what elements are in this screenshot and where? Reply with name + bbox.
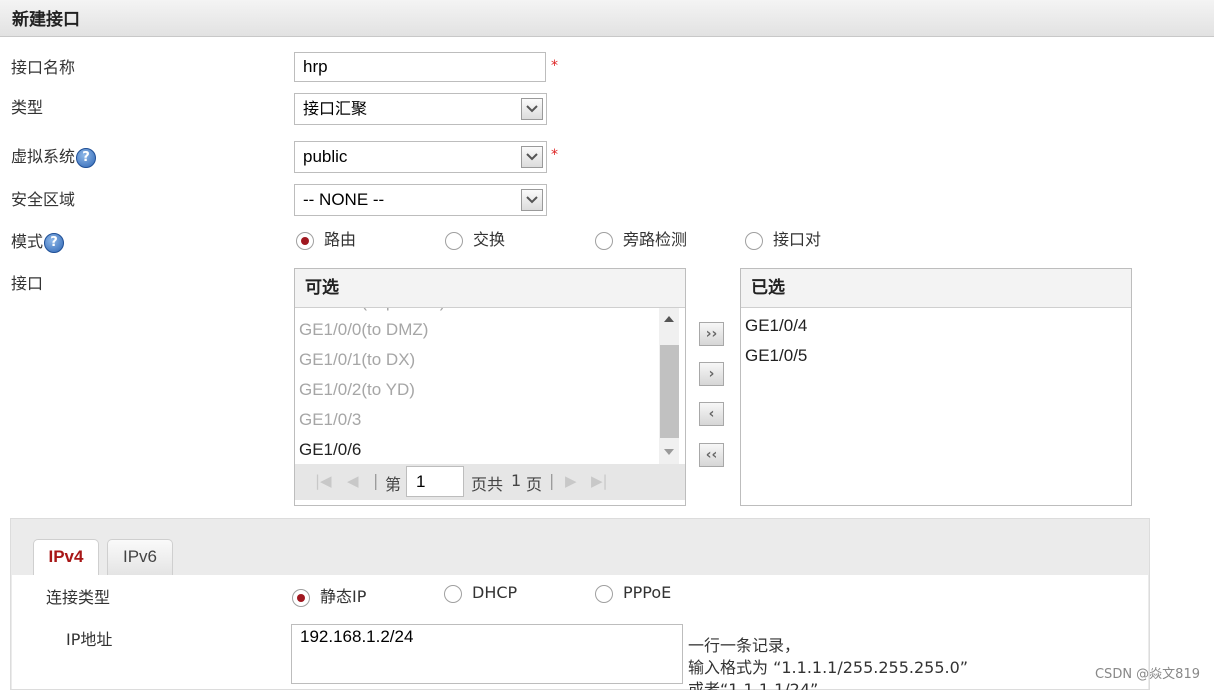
help-icon[interactable]: ? bbox=[76, 147, 97, 168]
mode-label: 模式? bbox=[11, 228, 65, 253]
add-button[interactable]: › bbox=[699, 362, 724, 386]
vsys-select-value: public bbox=[303, 147, 348, 166]
mode-label-text: 模式 bbox=[11, 232, 44, 251]
conn-option-static[interactable]: 静态IP bbox=[292, 583, 366, 607]
radio-button[interactable] bbox=[595, 584, 613, 603]
list-item[interactable]: GE1/0/3 bbox=[299, 410, 361, 430]
page-header: 新建接口 bbox=[0, 0, 1214, 37]
vsys-label-text: 虚拟系统 bbox=[11, 147, 76, 166]
radio-button[interactable] bbox=[292, 588, 310, 607]
ip-hint-line: 输入格式为 “1.1.1.1/255.255.255.0” bbox=[688, 658, 969, 677]
conn-option-pppoe[interactable]: PPPoE bbox=[595, 583, 671, 603]
mode-option-pair[interactable]: 接口对 bbox=[745, 226, 821, 250]
page-title: 新建接口 bbox=[12, 10, 80, 30]
scrollbar[interactable] bbox=[659, 308, 679, 464]
required-mark: * bbox=[551, 58, 558, 74]
scroll-up-icon[interactable] bbox=[664, 316, 674, 322]
scrollbar-thumb[interactable] bbox=[660, 345, 679, 438]
scroll-down-icon[interactable] bbox=[664, 449, 674, 455]
chevron-down-icon[interactable] bbox=[521, 146, 543, 168]
type-label: 类型 bbox=[11, 98, 44, 117]
first-page-icon[interactable]: |◀ bbox=[315, 472, 332, 490]
conn-type-label: 连接类型 bbox=[46, 588, 111, 607]
remove-button[interactable]: ‹ bbox=[699, 402, 724, 426]
ip-address-label: IP地址 bbox=[66, 630, 113, 649]
type-select-value: 接口汇聚 bbox=[303, 99, 368, 118]
list-item[interactable]: GE1/0/0(to DMZ) bbox=[299, 320, 428, 340]
mode-option-label: 旁路检测 bbox=[623, 230, 688, 249]
mode-option-route[interactable]: 路由 bbox=[296, 226, 356, 250]
ip-hint-line: 一行一条记录， bbox=[688, 636, 801, 655]
selected-list-header: 已选 bbox=[741, 269, 1131, 308]
vsys-select[interactable]: public bbox=[294, 141, 547, 173]
page-suffix-1: 页共 bbox=[471, 475, 504, 494]
list-item[interactable]: GE1/0/6 bbox=[299, 440, 361, 460]
page-total: 1 bbox=[511, 471, 522, 490]
interface-name-input[interactable]: hrp bbox=[294, 52, 546, 82]
next-page-icon[interactable]: ▶ bbox=[565, 472, 577, 490]
chevron-down-icon[interactable] bbox=[521, 189, 543, 211]
mode-option-switch[interactable]: 交换 bbox=[445, 226, 505, 250]
vsys-label: 虚拟系统? bbox=[11, 143, 97, 168]
mode-option-label: 交换 bbox=[473, 230, 506, 249]
interface-name-label: 接口名称 bbox=[11, 58, 76, 77]
ip-hint-line: 或者“1.1.1.1/24” bbox=[688, 680, 819, 690]
last-page-icon[interactable]: ▶| bbox=[591, 472, 608, 490]
type-select[interactable]: 接口汇聚 bbox=[294, 93, 547, 125]
ip-address-textarea[interactable]: 192.168.1.2/24 bbox=[291, 624, 683, 684]
ip-hint-clip: 或者“1.1.1.1/24” bbox=[688, 676, 888, 690]
zone-label: 安全区域 bbox=[11, 190, 76, 209]
divider: | bbox=[373, 471, 379, 490]
list-item[interactable]: GE1/0/7(to partner) bbox=[299, 308, 445, 312]
available-list: GE1/0/7(to partner) GE1/0/0(to DMZ) GE1/… bbox=[295, 308, 685, 505]
divider: | bbox=[549, 471, 555, 490]
radio-button[interactable] bbox=[745, 231, 763, 250]
pager: |◀ ◀ | 第 1 页共 1 页 | ▶ ▶| bbox=[295, 464, 685, 500]
selected-list-panel: 已选 GE1/0/4 GE1/0/5 bbox=[740, 268, 1132, 506]
radio-button[interactable] bbox=[444, 584, 462, 603]
list-item[interactable]: GE1/0/5 bbox=[745, 346, 807, 366]
conn-option-label: PPPoE bbox=[623, 583, 672, 602]
tab-ipv6[interactable]: IPv6 bbox=[107, 539, 173, 575]
prev-page-icon[interactable]: ◀ bbox=[347, 472, 359, 490]
radio-button[interactable] bbox=[445, 231, 463, 250]
chevron-down-icon[interactable] bbox=[521, 98, 543, 120]
zone-select-value: -- NONE -- bbox=[303, 190, 385, 209]
remove-all-button[interactable]: ‹‹ bbox=[699, 443, 724, 467]
list-item[interactable]: GE1/0/2(to YD) bbox=[299, 380, 415, 400]
page-number-input[interactable]: 1 bbox=[406, 466, 464, 497]
list-item[interactable]: GE1/0/4 bbox=[745, 316, 807, 336]
conn-option-label: 静态IP bbox=[320, 587, 367, 606]
zone-select[interactable]: -- NONE -- bbox=[294, 184, 547, 216]
mode-option-label: 路由 bbox=[324, 230, 357, 249]
page-prefix: 第 bbox=[385, 475, 402, 494]
help-icon[interactable]: ? bbox=[44, 232, 65, 253]
conn-option-dhcp[interactable]: DHCP bbox=[444, 583, 517, 603]
page-suffix-2: 页 bbox=[526, 475, 543, 494]
watermark: CSDN @焱文819 bbox=[1094, 667, 1200, 682]
radio-button[interactable] bbox=[296, 231, 314, 250]
interface-label: 接口 bbox=[11, 274, 44, 293]
conn-option-label: DHCP bbox=[472, 583, 518, 602]
available-list-header: 可选 bbox=[295, 269, 685, 308]
required-mark: * bbox=[551, 147, 558, 163]
mode-option-label: 接口对 bbox=[773, 230, 822, 249]
list-item[interactable]: GE1/0/1(to DX) bbox=[299, 350, 415, 370]
add-all-button[interactable]: ›› bbox=[699, 322, 724, 346]
radio-button[interactable] bbox=[595, 231, 613, 250]
mode-option-bypass[interactable]: 旁路检测 bbox=[595, 226, 687, 250]
available-list-panel: 可选 GE1/0/7(to partner) GE1/0/0(to DMZ) G… bbox=[294, 268, 686, 506]
tab-ipv4[interactable]: IPv4 bbox=[33, 539, 99, 576]
